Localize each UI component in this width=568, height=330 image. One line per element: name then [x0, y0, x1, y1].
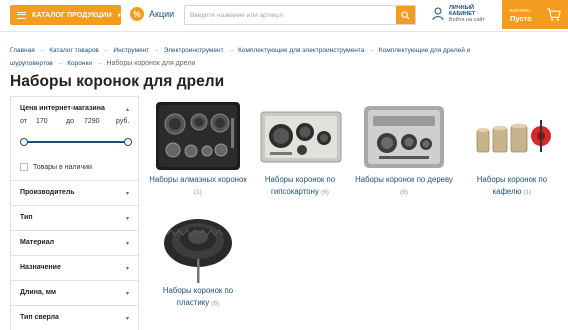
product-count: (1): [194, 189, 202, 196]
price-filter-title[interactable]: Цена интернет-магазина: [20, 105, 105, 112]
catalog-button[interactable]: КАТАЛОГ ПРОДУКЦИИ ▾: [10, 5, 121, 25]
cart-label: КОРЗИНА: [510, 8, 532, 13]
price-to-label: до: [66, 118, 74, 125]
product-count: (6): [211, 300, 220, 307]
filter-label: Назначение: [20, 264, 61, 271]
search-input[interactable]: [185, 6, 396, 24]
chevron-down-icon: ▾: [125, 316, 129, 322]
filter-label: Тип сверла: [20, 314, 59, 321]
currency-label: руб.: [116, 118, 130, 125]
price-min-input[interactable]: 170: [36, 118, 48, 125]
catalog-button-label: КАТАЛОГ ПРОДУКЦИИ: [32, 11, 112, 19]
breadcrumb-item-hole-saws[interactable]: Коронки: [67, 60, 92, 67]
breadcrumb: Главная → Каталог товаров → Инструмент → Элект…: [10, 47, 471, 67]
cart-icon: [546, 8, 561, 21]
filter-label: Материал: [20, 239, 55, 246]
chevron-up-icon[interactable]: ▴: [126, 106, 129, 113]
breadcrumb-item-catalog[interactable]: Каталог товаров: [49, 47, 99, 54]
account-link[interactable]: ЛИЧНЫЙ КАБИНЕТ Войти на сайт: [432, 5, 485, 23]
product-card[interactable]: Наборы коронок по пластику (6): [148, 209, 248, 310]
product-card[interactable]: Наборы коронок по кафелю (1): [462, 98, 562, 199]
page-title: Наборы коронок для дрели: [10, 73, 225, 90]
search-button[interactable]: [396, 6, 415, 24]
product-name[interactable]: Наборы коронок по дереву (6): [354, 174, 454, 199]
product-name[interactable]: Наборы коронок по кафелю (1): [462, 174, 562, 199]
filter-label: Тип: [20, 214, 33, 221]
in-stock-label: Товары в наличии: [33, 163, 92, 171]
search-bar: [184, 5, 416, 25]
breadcrumb-item-tools[interactable]: Инструмент: [113, 47, 149, 54]
filter-material[interactable]: Материал ▾: [11, 231, 138, 256]
product-card[interactable]: Наборы коронок по дереву (6): [354, 98, 454, 199]
chevron-down-icon: ▾: [125, 191, 129, 197]
product-count: (1): [523, 189, 532, 196]
price-slider-min-handle[interactable]: [20, 138, 28, 146]
filter-length[interactable]: Длина, мм ▾: [11, 281, 138, 306]
cart-status: Пусто: [510, 14, 532, 23]
product-name[interactable]: Наборы коронок по гипсокартону (6): [250, 174, 350, 199]
filter-label: Длина, мм: [20, 289, 57, 296]
product-count: (6): [321, 189, 329, 196]
breadcrumb-item-home[interactable]: Главная: [10, 47, 35, 54]
price-slider[interactable]: [20, 138, 132, 146]
site-header: КАТАЛОГ ПРОДУКЦИИ ▾ % Акции ЛИЧНЫЙ КАБИН…: [0, 0, 568, 32]
cart-button[interactable]: КОРЗИНА Пусто: [502, 0, 568, 29]
product-card[interactable]: Наборы коронок по гипсокартону (6): [250, 98, 350, 199]
menu-icon: [17, 11, 26, 19]
breadcrumb-current: Наборы коронок для дрели: [106, 60, 196, 67]
header-divider: [0, 31, 568, 32]
promo-link[interactable]: % Акции: [130, 7, 174, 21]
filter-sidebar: Цена интернет-магазина ▴ от 170 до 7290 …: [10, 96, 139, 330]
price-slider-max-handle[interactable]: [124, 138, 132, 146]
breadcrumb-item-power-tool-parts[interactable]: Комплектующие для электроинструмента: [238, 47, 364, 54]
filter-purpose[interactable]: Назначение ▾: [11, 256, 138, 281]
price-from-label: от: [20, 118, 27, 125]
product-image[interactable]: [255, 98, 345, 174]
product-image[interactable]: [153, 98, 243, 174]
filter-manufacturer[interactable]: Производитель ▾: [11, 181, 138, 206]
chevron-down-icon: ▾: [125, 241, 129, 247]
product-card[interactable]: Наборы алмазных коронок (1): [148, 98, 248, 199]
filter-type[interactable]: Тип ▾: [11, 206, 138, 231]
chevron-down-icon: ▾: [125, 216, 129, 222]
search-icon: [401, 10, 410, 20]
filter-drill-type[interactable]: Тип сверла ▾: [11, 306, 138, 330]
filter-label: Производитель: [20, 189, 75, 196]
checkbox-icon: [20, 163, 28, 171]
product-name[interactable]: Наборы коронок по пластику (6): [148, 285, 248, 310]
product-count: (6): [400, 189, 408, 196]
product-image[interactable]: [153, 209, 243, 285]
account-login-label: Войти на сайт: [449, 17, 485, 23]
product-name[interactable]: Наборы алмазных коронок (1): [148, 174, 248, 199]
price-max-input[interactable]: 7290: [84, 118, 100, 125]
chevron-down-icon: ▾: [125, 266, 129, 272]
price-filter: Цена интернет-магазина ▴ от 170 до 7290 …: [11, 97, 138, 181]
chevron-down-icon: ▾: [125, 291, 129, 297]
product-image[interactable]: [467, 98, 557, 174]
product-image[interactable]: [359, 98, 449, 174]
breadcrumb-item-power-tools[interactable]: Электроинструмент: [164, 47, 224, 54]
chevron-down-icon: ▾: [117, 12, 121, 19]
percent-icon: %: [130, 7, 144, 21]
in-stock-checkbox[interactable]: Товары в наличии: [20, 163, 92, 171]
promo-label: Акции: [149, 9, 175, 19]
user-icon: [432, 7, 444, 21]
